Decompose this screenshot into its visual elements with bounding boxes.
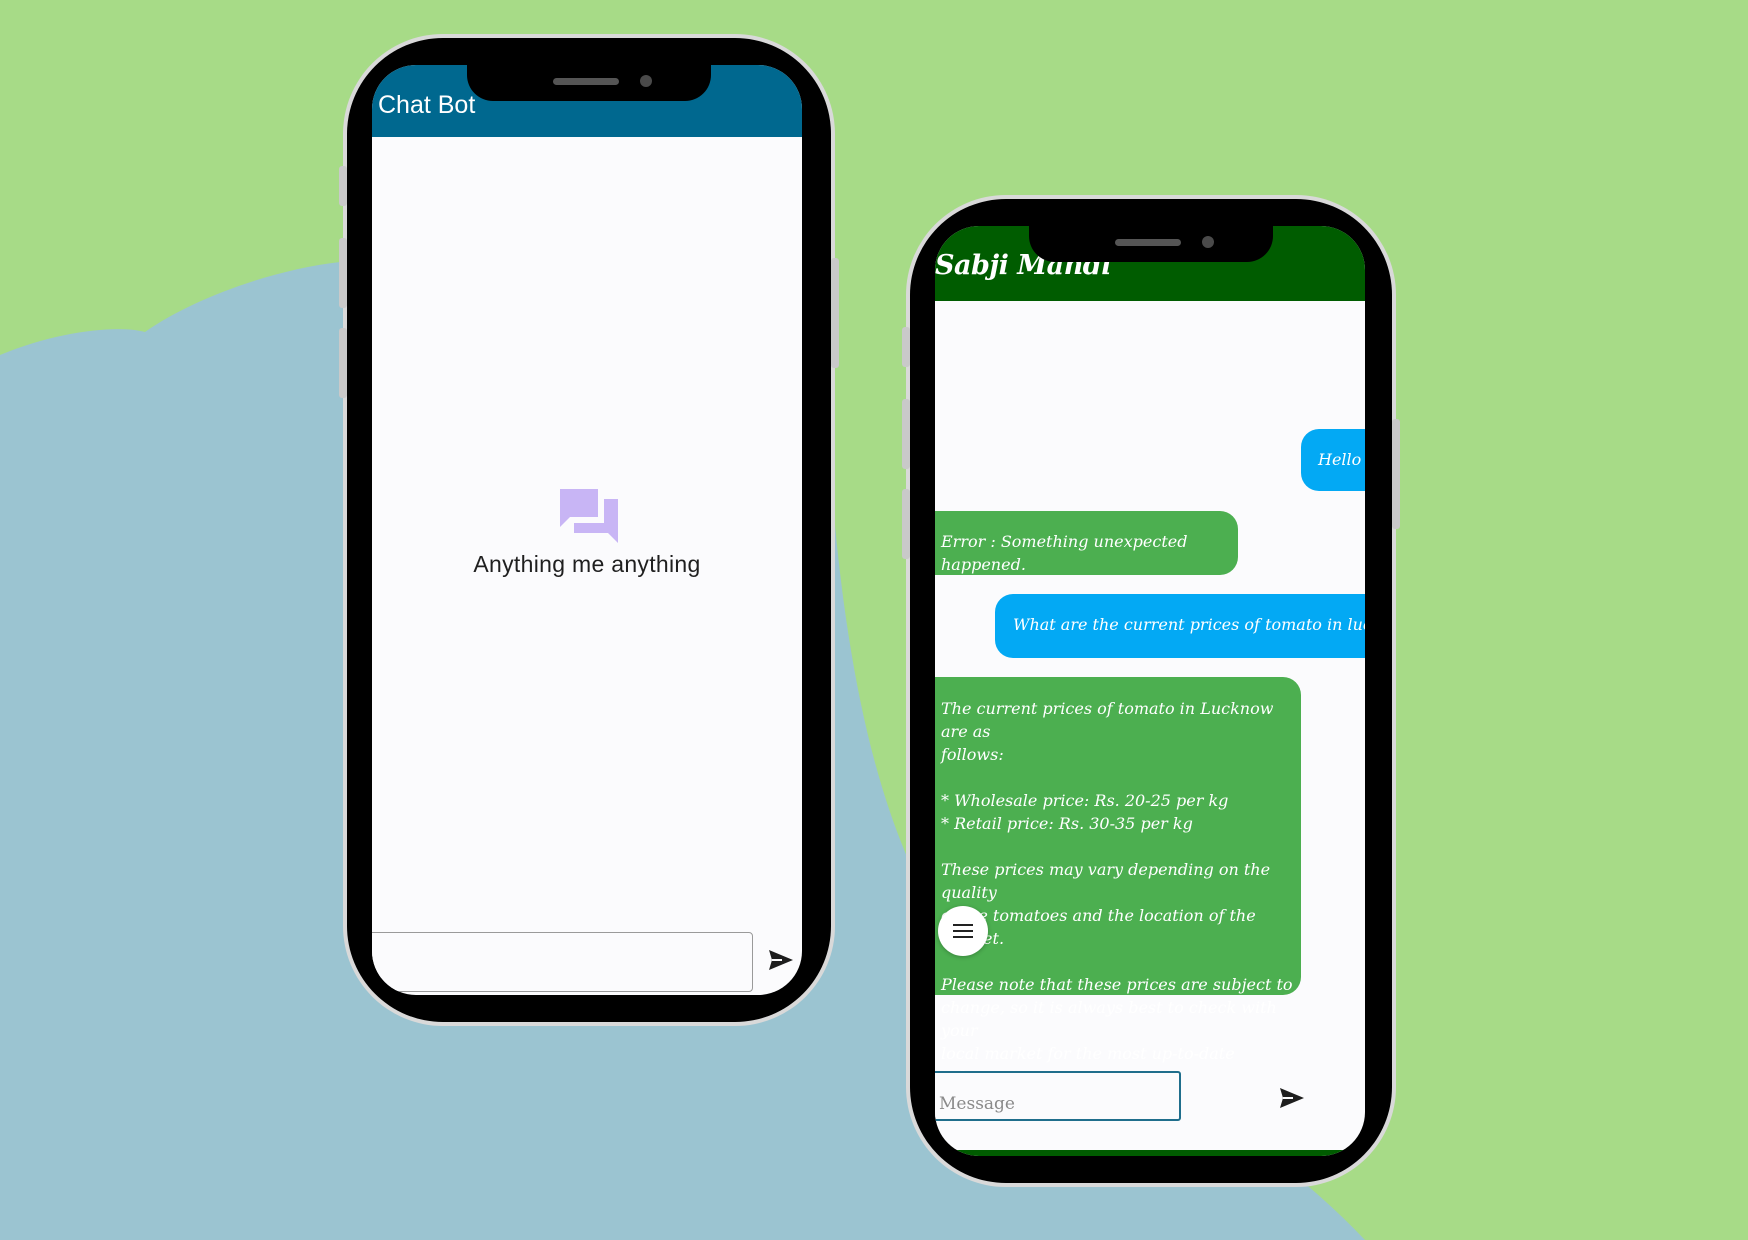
send-icon[interactable] xyxy=(1279,1087,1305,1109)
sabji-mandi-screen: Sabji Mandi Hello Error : Something unex… xyxy=(935,226,1365,1156)
bottom-bar xyxy=(935,1150,1365,1156)
phone-notch xyxy=(1029,226,1273,262)
send-icon[interactable] xyxy=(768,949,794,971)
menu-button[interactable] xyxy=(938,906,988,956)
message-bubble-user: What are the current prices of tomato in… xyxy=(995,594,1365,658)
message-bubble-bot: The current prices of tomato in Lucknow … xyxy=(935,677,1301,1086)
message-input[interactable] xyxy=(372,932,753,992)
chat-bot-screen: Chat Bot Anything me anything xyxy=(372,65,802,995)
phone-notch xyxy=(467,65,711,101)
message-input[interactable] xyxy=(935,1071,1181,1121)
phone-chat-bot: Chat Bot Anything me anything xyxy=(339,38,839,1022)
message-bubble-bot: Error : Something unexpected happened. xyxy=(935,511,1238,575)
message-bubble-user: Hello xyxy=(1301,429,1365,491)
forum-icon xyxy=(560,489,618,543)
menu-icon xyxy=(953,924,973,938)
empty-state-text: Anything me anything xyxy=(473,551,701,577)
phone-sabji-mandi: Sabji Mandi Hello Error : Something unex… xyxy=(902,199,1400,1183)
app-title: Chat Bot xyxy=(378,91,476,119)
background-shape xyxy=(0,262,1365,1240)
